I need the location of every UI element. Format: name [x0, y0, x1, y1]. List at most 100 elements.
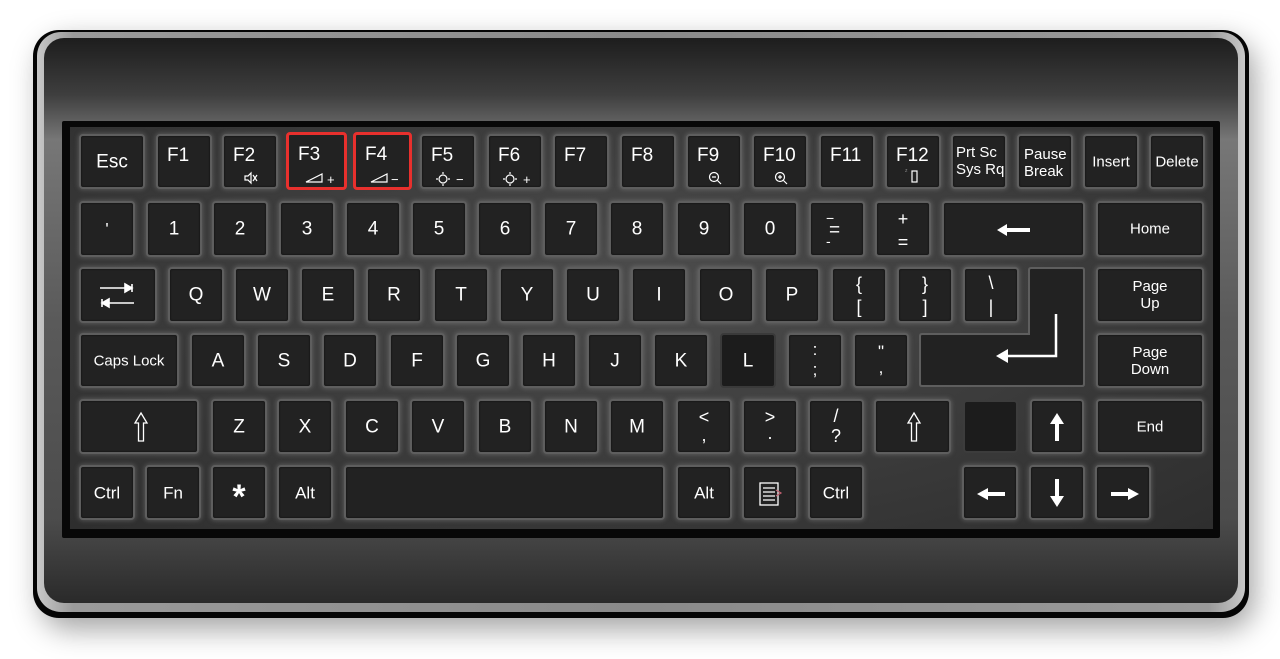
key-alt-right[interactable]: Alt	[676, 465, 732, 520]
key-slash[interactable]: / ?	[808, 399, 864, 454]
key-letter-4[interactable]: G	[455, 333, 511, 388]
key-windows[interactable]: *	[211, 465, 267, 520]
key-letter-1[interactable]: S	[256, 333, 312, 388]
key-shift-right[interactable]	[874, 399, 951, 454]
key-label: C	[365, 416, 379, 437]
key-digit-1[interactable]: 2	[212, 201, 268, 257]
brightness-down-icon	[436, 172, 450, 186]
key-digit-8[interactable]: 9	[676, 201, 732, 257]
key-letter-2[interactable]: E	[300, 267, 356, 323]
key-f6[interactable]: F6 +	[487, 134, 543, 189]
key-arrow-up[interactable]	[1030, 399, 1084, 454]
key-insert[interactable]: Insert	[1083, 134, 1139, 189]
key-label: F10	[763, 145, 796, 166]
key-letter-7[interactable]: K	[653, 333, 709, 388]
key-letter-3[interactable]: V	[410, 399, 466, 454]
key-pause-break[interactable]: Pause Break	[1017, 134, 1073, 189]
key-f2[interactable]: F2	[222, 134, 278, 189]
key-space[interactable]	[344, 465, 665, 520]
key-f3[interactable]: F3 +	[286, 132, 347, 190]
key-f1[interactable]: F1	[156, 134, 212, 189]
key-label-line2: Sys Rq	[956, 161, 1005, 178]
key-esc[interactable]: Esc	[79, 134, 145, 189]
key-delete[interactable]: Delete	[1149, 134, 1205, 189]
key-arrow-left[interactable]	[962, 465, 1018, 520]
key-f9[interactable]: F9	[686, 134, 742, 189]
key-page-up[interactable]: Page Up	[1096, 267, 1204, 323]
key-label: 1	[168, 218, 180, 240]
key-digit-9[interactable]: 0	[742, 201, 798, 257]
key-label: F4	[365, 144, 388, 165]
key-print-screen[interactable]: Prt Sc Sys Rq	[951, 134, 1007, 189]
shift-arrow-icon	[906, 411, 922, 442]
key-quote[interactable]: " ,	[853, 333, 909, 388]
key-letter-0[interactable]: Q	[168, 267, 224, 323]
key-equals[interactable]: + =	[875, 201, 931, 257]
key-letter-9[interactable]: P	[764, 267, 820, 323]
key-letter-6[interactable]: J	[587, 333, 643, 388]
key-letter-6[interactable]: M	[609, 399, 665, 454]
key-enter[interactable]	[916, 265, 1087, 389]
key-letter-0[interactable]: A	[190, 333, 246, 388]
key-left-bracket[interactable]: { [	[831, 267, 887, 323]
key-end[interactable]: End	[1096, 399, 1204, 454]
key-letter-2[interactable]: C	[344, 399, 400, 454]
key-letter-8[interactable]: L	[720, 333, 776, 388]
key-digit-5[interactable]: 6	[477, 201, 533, 257]
key-ctrl-right[interactable]: Ctrl	[808, 465, 864, 520]
key-f12[interactable]: F12 z	[885, 134, 941, 189]
key-f8[interactable]: F8	[620, 134, 676, 189]
key-f11[interactable]: F11	[819, 134, 875, 189]
key-letter-3[interactable]: R	[366, 267, 422, 323]
key-label-bottom: ?	[830, 426, 841, 446]
key-tab[interactable]	[79, 267, 157, 323]
key-letter-1[interactable]: X	[277, 399, 333, 454]
key-letter-0[interactable]: Z	[211, 399, 267, 454]
key-letter-5[interactable]: N	[543, 399, 599, 454]
key-minus[interactable]: − = -	[809, 201, 865, 257]
key-letter-5[interactable]: Y	[499, 267, 555, 323]
key-f5[interactable]: F5 −	[420, 134, 476, 189]
zoom-out-icon	[708, 171, 722, 185]
key-shift-left[interactable]	[79, 399, 199, 454]
key-digit-4[interactable]: 5	[411, 201, 467, 257]
key-menu[interactable]	[742, 465, 798, 520]
key-digit-3[interactable]: 4	[345, 201, 401, 257]
key-backspace[interactable]	[942, 201, 1085, 257]
key-period[interactable]: > .	[742, 399, 798, 454]
key-letter-4[interactable]: T	[433, 267, 489, 323]
key-digit-7[interactable]: 8	[609, 201, 665, 257]
key-arrow-down[interactable]	[1029, 465, 1085, 520]
key-letter-1[interactable]: W	[234, 267, 290, 323]
key-fn[interactable]: Fn	[145, 465, 201, 520]
key-f4[interactable]: F4 −	[353, 132, 412, 190]
key-letter-6[interactable]: U	[565, 267, 621, 323]
key-f7[interactable]: F7	[553, 134, 609, 189]
key-blank[interactable]	[963, 400, 1018, 453]
key-page-down[interactable]: Page Down	[1096, 333, 1204, 388]
key-digit-0[interactable]: 1	[146, 201, 202, 257]
key-ctrl-left[interactable]: Ctrl	[79, 465, 135, 520]
key-semicolon[interactable]: : ;	[787, 333, 843, 388]
key-label-top: :	[812, 340, 818, 359]
key-label-top: <	[698, 407, 710, 427]
key-home[interactable]: Home	[1096, 201, 1204, 257]
key-arrow-right[interactable]	[1095, 465, 1151, 520]
key-digit-6[interactable]: 7	[543, 201, 599, 257]
key-letter-5[interactable]: H	[521, 333, 577, 388]
key-caps-lock[interactable]: Caps Lock	[79, 333, 179, 388]
key-letter-2[interactable]: D	[322, 333, 378, 388]
key-label: *	[232, 477, 246, 516]
key-label: T	[455, 284, 467, 306]
key-label: Esc	[96, 151, 128, 172]
key-letter-4[interactable]: B	[477, 399, 533, 454]
key-letter-7[interactable]: I	[631, 267, 687, 323]
key-f10[interactable]: F10	[752, 134, 808, 189]
key-letter-8[interactable]: O	[698, 267, 754, 323]
key-digit-2[interactable]: 3	[279, 201, 335, 257]
key-comma[interactable]: < ,	[676, 399, 732, 454]
key-letter-3[interactable]: F	[389, 333, 445, 388]
key-label: F7	[564, 145, 587, 166]
key-backtick[interactable]: '	[79, 201, 135, 257]
key-alt-left[interactable]: Alt	[277, 465, 333, 520]
